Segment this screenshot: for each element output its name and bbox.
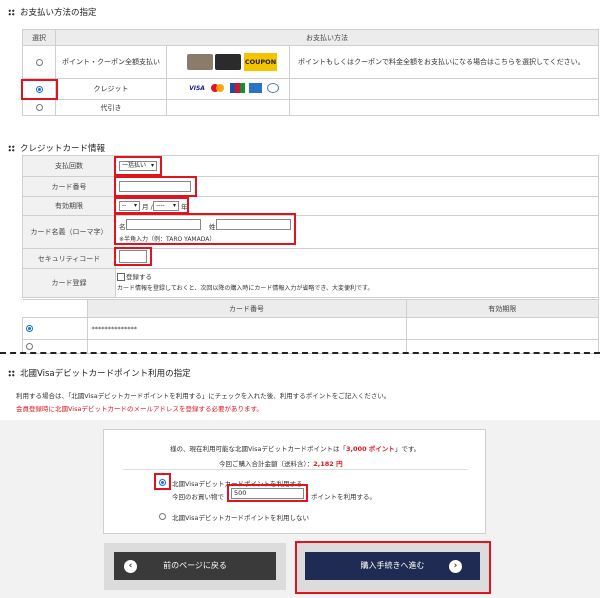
dots-icon (8, 145, 15, 152)
saved-col-expiry: 有効期限 (405, 299, 599, 318)
points-logos: COUPON (166, 45, 290, 79)
dashed-divider (0, 352, 600, 354)
method-credit-label: クレジット (55, 78, 167, 100)
point-card-black-icon (215, 54, 241, 70)
installments-label: 支払回数 (22, 155, 116, 177)
highlight-use-points-radio (154, 473, 171, 490)
register-note: カード情報を登録しておくと、次回以降の購入時にカード情報入力が省略でき、大変便利… (117, 285, 374, 292)
dots-icon (8, 9, 15, 16)
highlight-credit-radio (21, 79, 58, 100)
chevron-left-icon: ‹ (124, 559, 137, 573)
register-checkbox-row[interactable]: 登録する (117, 271, 152, 281)
payment-section-title: お支払い方法の指定 (8, 6, 97, 18)
points-use-suffix: ポイントを利用する。 (311, 493, 376, 501)
points-intro: 利用する場合は、「北國Visaデビットカードポイントを利用する」にチェックを入れ… (16, 392, 391, 400)
saved-col-number: カード番号 (86, 299, 407, 318)
security-code-label: セキュリティコード (22, 248, 116, 269)
col-select-header: 選択 (22, 29, 56, 46)
radio-points-cell[interactable] (22, 45, 56, 79)
order-total-value: 2,182 円 (313, 460, 343, 468)
points-divider (123, 469, 467, 470)
method-points-label: ポイント・クーポン全額支払い (55, 45, 167, 79)
back-button[interactable]: ‹ 前のページに戻る (114, 552, 276, 580)
highlight-proceed-button (295, 541, 491, 594)
register-checkbox-label: 登録する (126, 273, 152, 281)
saved-card-number-1: ************** (86, 317, 407, 340)
point-card-icon (187, 54, 213, 70)
saved-radio-cell-1[interactable] (22, 317, 88, 340)
points-section-title: 北國Visaデビットカードポイント利用の指定 (8, 367, 191, 379)
card-register-label: カード登録 (22, 268, 116, 298)
highlight-installments (114, 156, 162, 176)
register-checkbox[interactable] (117, 273, 125, 281)
credit-brand-logos: VISA (166, 78, 290, 100)
points-nouse-option: 北國Visaデビットカードポイントを利用しない (172, 514, 309, 522)
radio-cod[interactable] (35, 104, 43, 111)
method-cod-label: 代引き (55, 99, 167, 116)
method-points-note: ポイントもしくはクーポンで料金全額をお支払いになる場合はこちらを選択してください… (289, 45, 599, 79)
jcb-icon (230, 83, 245, 93)
highlight-expiry (114, 197, 189, 214)
saved-cards-table: カード番号 有効期限 ************** (22, 299, 599, 354)
saved-card-radio-2[interactable] (26, 343, 33, 350)
card-info-table: 支払回数 カード番号 有効期限 カード名義（ローマ字） セキュリティコード カー… (22, 155, 599, 298)
card-section-title: クレジットカード情報 (8, 142, 105, 154)
dots-icon (8, 370, 15, 377)
card-name-label: カード名義（ローマ字） (22, 215, 116, 249)
visa-icon: VISA (189, 85, 205, 92)
highlight-points-amount (227, 484, 308, 502)
col-method-header: お支払い方法 (55, 29, 599, 46)
radio-points[interactable] (35, 58, 43, 66)
highlight-card-name (114, 213, 296, 245)
payment-method-table: 選択 お支払い方法 ポイント・クーポン全額支払い COUPON ポイントもしくは… (22, 29, 599, 116)
amex-icon (249, 83, 262, 93)
saved-card-radio-1[interactable] (26, 325, 33, 332)
points-available: 様の、現在利用可能な北國Visaデビットカードポイントは「3,000 ポイント」… (170, 445, 421, 453)
points-use-prefix: 今回のお買い物で (172, 493, 224, 501)
radio-cod-cell[interactable] (22, 99, 56, 116)
radio-nouse-points[interactable] (159, 512, 166, 520)
coupon-icon: COUPON (244, 53, 277, 71)
expiry-label: 有効期限 (22, 196, 116, 216)
highlight-card-number (114, 176, 197, 197)
points-nouse-radio[interactable] (159, 512, 166, 520)
order-total: 今回ご購入合計金額（送料含）：2,182 円 (219, 460, 343, 468)
back-button-label: 前のページに戻る (163, 561, 227, 570)
card-number-label: カード番号 (22, 176, 116, 197)
saved-card-expiry-1 (405, 317, 599, 340)
points-warning: 会員登録時に北國Visaデビットカードのメールアドレスを登録する必要があります。 (16, 405, 263, 413)
points-available-value: 3,000 ポイント (345, 445, 395, 453)
diners-icon (267, 83, 279, 93)
highlight-security-code (114, 247, 152, 266)
